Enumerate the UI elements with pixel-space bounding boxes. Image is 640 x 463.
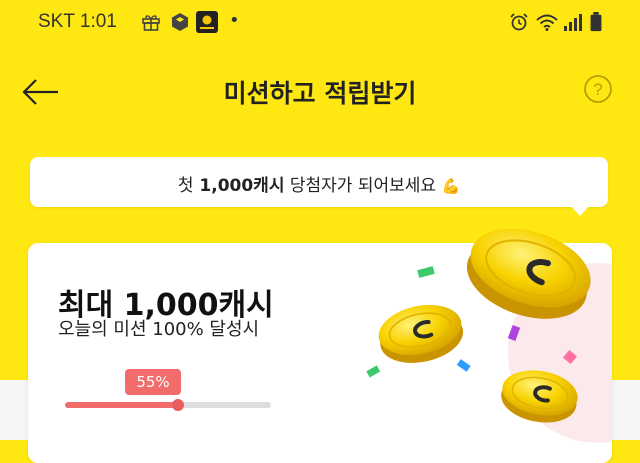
confetti-purple — [507, 325, 521, 341]
coin-small — [501, 370, 578, 423]
coin-large — [466, 228, 591, 319]
coins-illustration — [366, 228, 591, 423]
coin-medium — [378, 304, 464, 363]
confetti-green — [417, 266, 435, 278]
confetti-pink — [562, 349, 578, 365]
confetti-blue — [456, 359, 471, 372]
confetti-green-2 — [366, 365, 381, 378]
